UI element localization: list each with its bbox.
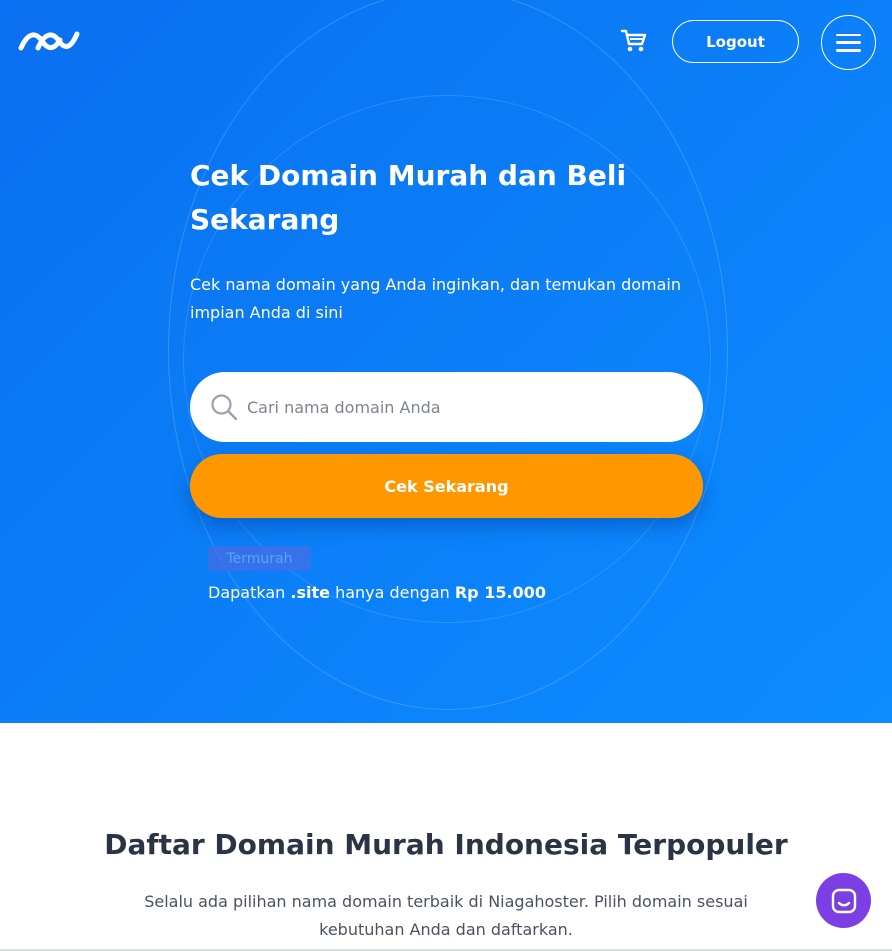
menu-button[interactable]	[821, 15, 876, 70]
logout-button[interactable]: Logout	[672, 20, 799, 63]
search-icon	[211, 394, 238, 421]
domain-search-box[interactable]	[190, 372, 703, 442]
promo-price: Rp 15.000	[454, 583, 546, 602]
cheapest-badge: Termurah	[208, 546, 311, 571]
promo-middle: hanya dengan	[335, 583, 450, 602]
check-domain-button[interactable]: Cek Sekarang	[190, 454, 703, 518]
section-subtitle: Selalu ada pilihan nama domain terbaik d…	[144, 892, 748, 939]
promo-prefix: Dapatkan	[208, 583, 286, 602]
domain-search-input[interactable]	[247, 372, 677, 442]
chat-icon	[831, 888, 856, 913]
hero-subtitle: Cek nama domain yang Anda inginkan, dan …	[190, 275, 681, 322]
promo-tld: .site	[290, 583, 330, 602]
chat-button[interactable]	[816, 873, 871, 928]
wave-logo-icon	[18, 31, 80, 51]
hamburger-menu-icon	[836, 33, 861, 52]
brand-logo[interactable]	[18, 26, 80, 56]
hero-title: Cek Domain Murah dan Beli Sekarang	[190, 159, 627, 236]
hero-section: Logout Cek Domain Murah dan Beli Sekaran…	[0, 0, 892, 723]
shopping-cart-icon[interactable]	[620, 28, 648, 54]
section-title: Daftar Domain Murah Indonesia Terpopuler	[104, 828, 788, 861]
promo-text: Dapatkan .site hanya dengan Rp 15.000	[208, 583, 546, 602]
